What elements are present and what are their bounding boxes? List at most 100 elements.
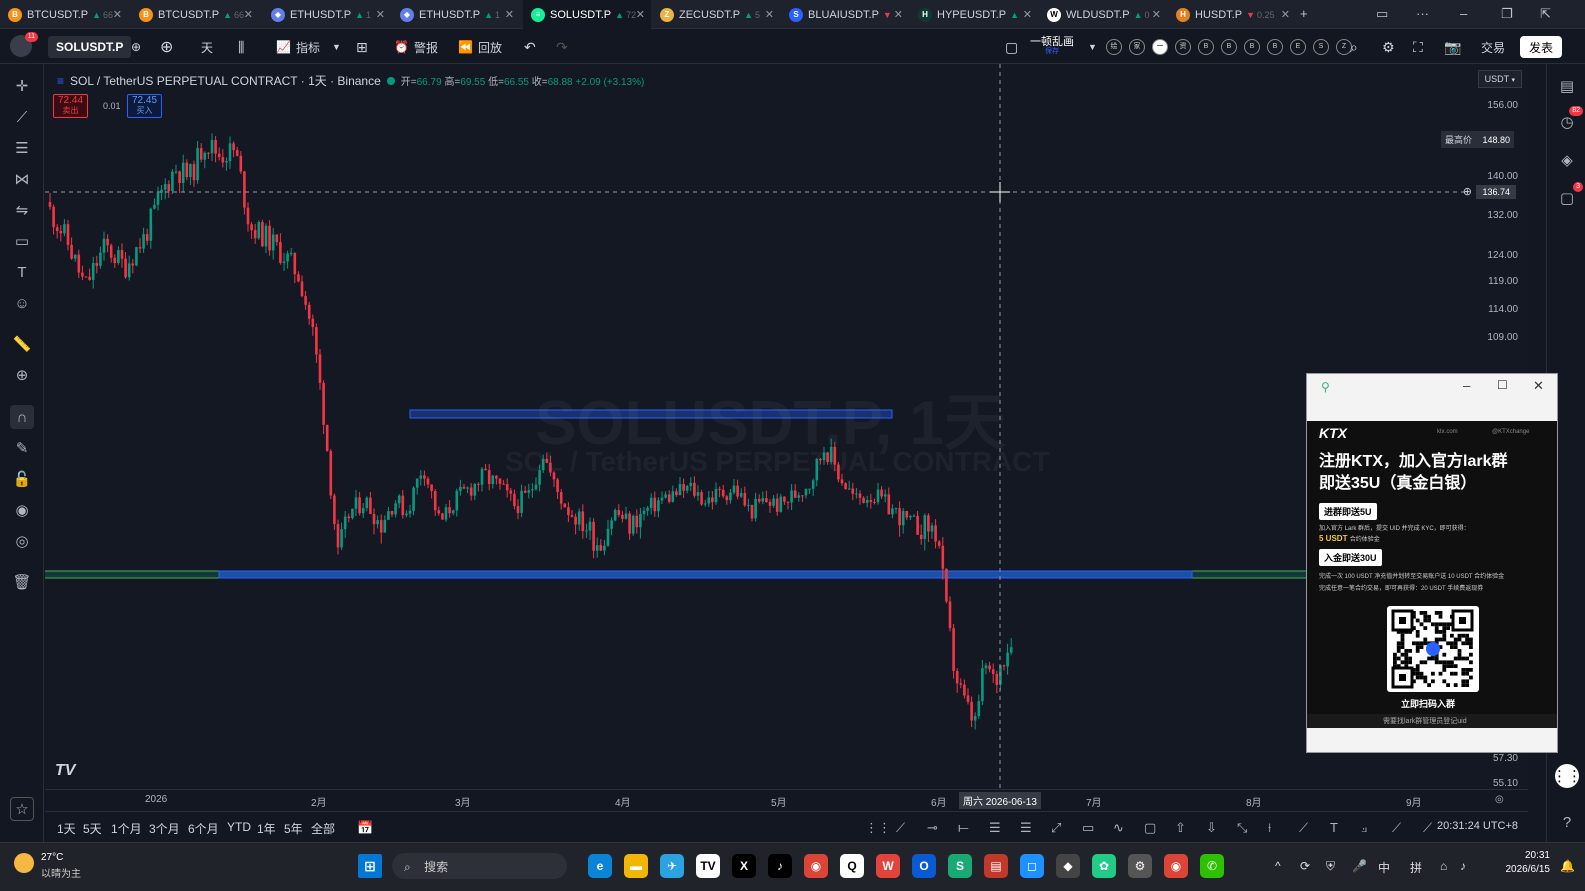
- quark-icon[interactable]: Q: [840, 854, 864, 878]
- join-group-bonus-button[interactable]: 进群即送5U: [1319, 503, 1377, 520]
- time-axis[interactable]: 2026 2月 3月 4月 5月 6月 7月 8月 9月 周六 2026-06-13 ◎: [45, 789, 1528, 810]
- lark-icon[interactable]: ◻: [1020, 854, 1044, 878]
- outlook-icon[interactable]: O: [912, 854, 936, 878]
- emoji-icon[interactable]: ☺: [10, 291, 34, 315]
- bottom-drawing-tool-icon[interactable]: ☰: [1020, 820, 1032, 836]
- fullscreen-icon[interactable]: ⛶: [1413, 36, 1423, 58]
- telegram-icon[interactable]: ✈: [660, 854, 684, 878]
- ruler-icon[interactable]: 📏: [10, 332, 34, 356]
- bottom-drawing-tool-icon[interactable]: ⊸: [927, 820, 938, 836]
- zoom-in-icon[interactable]: ⊕: [10, 363, 34, 387]
- bottom-drawing-tool-icon[interactable]: ⇧: [1175, 820, 1186, 836]
- cast-icon[interactable]: ▭: [1376, 6, 1388, 22]
- tab-close-icon[interactable]: ✕: [765, 8, 774, 21]
- axis-settings-icon[interactable]: ◎: [1495, 794, 1504, 805]
- layout-chevron-down-icon[interactable]: ▼: [1088, 36, 1097, 58]
- range-button[interactable]: 1天: [57, 820, 76, 837]
- tray-mic-icon[interactable]: 🎤: [1352, 859, 1367, 873]
- tab-close-icon[interactable]: ✕: [1152, 8, 1161, 21]
- settings-icon[interactable]: ⚙: [1128, 854, 1152, 878]
- quick-circle-button[interactable]: S: [1313, 39, 1329, 55]
- crosshair-icon[interactable]: ✛: [10, 74, 34, 98]
- new-tab-icon[interactable]: +: [1300, 6, 1308, 21]
- trend-line-icon[interactable]: ⟋: [10, 105, 34, 129]
- browser-tab[interactable]: ◆ ETHUSDT.P ▲ 1 ✕: [263, 0, 391, 29]
- tradingview-icon[interactable]: TV: [696, 854, 720, 878]
- sell-button[interactable]: 72.44 卖出: [53, 94, 89, 118]
- pin-icon[interactable]: ⚲: [1321, 380, 1330, 394]
- apps-grid-icon[interactable]: ⋮⋮: [1552, 764, 1582, 788]
- lock-icon[interactable]: 🔓: [10, 467, 34, 491]
- ime-chinese[interactable]: 中: [1378, 859, 1390, 876]
- candle-style-icon[interactable]: ⫼: [238, 36, 244, 58]
- bottom-drawing-tool-icon[interactable]: ▢: [1144, 820, 1156, 836]
- eye-icon[interactable]: ◉: [10, 498, 34, 522]
- watchlist-icon[interactable]: ▤: [1555, 74, 1579, 98]
- globe-icon[interactable]: ◎: [10, 529, 34, 553]
- publish-button[interactable]: 发表: [1520, 36, 1563, 58]
- tab-close-icon[interactable]: ✕: [894, 8, 903, 21]
- browser-tab[interactable]: ◆ ETHUSDT.P ▲ 1 ✕: [392, 0, 520, 29]
- minimize-icon[interactable]: –: [1460, 6, 1467, 21]
- tab-close-icon[interactable]: ✕: [244, 8, 253, 21]
- tab-close-icon[interactable]: ✕: [636, 8, 645, 21]
- close-icon[interactable]: ✕: [1533, 378, 1544, 394]
- bottom-drawing-tool-icon[interactable]: ⟝: [958, 820, 969, 836]
- currency-selector[interactable]: USDT ▾: [1477, 70, 1522, 88]
- bottom-drawing-tool-icon[interactable]: ∿: [1113, 820, 1124, 836]
- bottom-drawing-tool-icon[interactable]: ☰: [989, 820, 1001, 836]
- gear-icon[interactable]: ⚙: [1382, 36, 1395, 58]
- help-icon[interactable]: ?: [1555, 810, 1579, 834]
- tray-sync-icon[interactable]: ⟳: [1300, 859, 1310, 873]
- bottom-drawing-tool-icon[interactable]: ⤡: [1237, 820, 1247, 836]
- quick-circle-button[interactable]: 资: [1175, 39, 1191, 55]
- bottom-drawing-tool-icon[interactable]: T: [1330, 820, 1338, 835]
- ime-pinyin[interactable]: 拼: [1410, 859, 1422, 876]
- bottom-drawing-tool-icon[interactable]: ⟓: [1361, 820, 1367, 836]
- app-icon[interactable]: ◆: [1056, 854, 1080, 878]
- indicators-button[interactable]: 📈 指标 ▼: [276, 36, 341, 58]
- range-button[interactable]: 5天: [83, 820, 102, 837]
- alarm-clock-icon[interactable]: ◷ 82: [1555, 106, 1583, 134]
- quick-circle-button[interactable]: 家: [1129, 39, 1145, 55]
- chrome2-icon[interactable]: ◉: [1164, 854, 1188, 878]
- range-button[interactable]: 1年: [257, 820, 276, 837]
- quick-circle-button[interactable]: B: [1198, 39, 1214, 55]
- quick-circle-button[interactable]: 一: [1152, 39, 1168, 55]
- minimize-icon[interactable]: –: [1463, 378, 1470, 393]
- clock-readout[interactable]: 20:31:24 UTC+8: [1437, 820, 1518, 832]
- buy-button[interactable]: 72.45 买入: [127, 94, 163, 118]
- camera-icon[interactable]: 📷: [1444, 36, 1461, 58]
- range-button[interactable]: YTD: [227, 820, 251, 834]
- fib-icon[interactable]: ☰: [10, 136, 34, 160]
- layout-grid-icon[interactable]: ⊞: [356, 36, 368, 58]
- tab-close-icon[interactable]: ✕: [1023, 8, 1032, 21]
- tray-chevron-up-icon[interactable]: ^: [1275, 859, 1281, 873]
- notes-icon[interactable]: ▤: [984, 854, 1008, 878]
- tab-close-icon[interactable]: ✕: [1281, 8, 1290, 21]
- app2-icon[interactable]: ✿: [1092, 854, 1116, 878]
- bottom-drawing-tool-icon[interactable]: ⋮⋮: [865, 820, 891, 836]
- quick-circle-button[interactable]: B: [1221, 39, 1237, 55]
- browser-tab[interactable]: S BLUAIUSDT.P ▼ ✕: [781, 0, 909, 29]
- alerts-button[interactable]: ⏰ 警报: [394, 36, 438, 58]
- bottom-drawing-tool-icon[interactable]: ⟋: [1423, 820, 1432, 836]
- range-button[interactable]: 5年: [284, 820, 303, 837]
- forecast-icon[interactable]: ⇋: [10, 198, 34, 222]
- restore-icon[interactable]: ❐: [1501, 6, 1513, 22]
- bottom-drawing-tool-icon[interactable]: ⟋: [1299, 820, 1308, 836]
- pencil-lock-icon[interactable]: ✎: [10, 436, 34, 460]
- search-icon[interactable]: ⌕: [1350, 36, 1358, 58]
- taskbar-search[interactable]: ⌕ 搜索: [392, 853, 567, 879]
- add-symbol-icon[interactable]: ⊕: [160, 36, 173, 58]
- add-alert-plus-icon[interactable]: ⊕: [1463, 185, 1472, 198]
- deposit-bonus-button[interactable]: 入金即送30U: [1319, 549, 1382, 566]
- replay-button[interactable]: ⏪ 回放: [458, 36, 502, 58]
- layers-icon[interactable]: ◈: [1555, 148, 1579, 172]
- ad-content[interactable]: KTX ktx.com @KTXchange 注册KTX，加入官方lark群 即…: [1307, 421, 1557, 714]
- browser-tab[interactable]: H HYPEUSDT.P ▲ ✕: [910, 0, 1038, 29]
- weather-sun-icon[interactable]: [14, 853, 34, 873]
- quick-circle-button[interactable]: 绘: [1106, 39, 1122, 55]
- range-button[interactable]: 6个月: [188, 820, 219, 837]
- file-explorer-icon[interactable]: ▬: [624, 854, 648, 878]
